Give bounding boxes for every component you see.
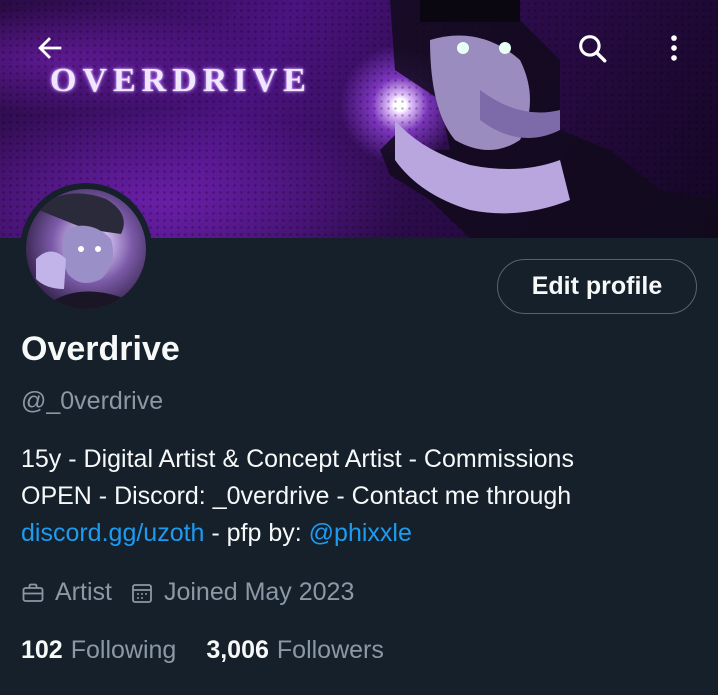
more-options-button[interactable] — [652, 26, 696, 70]
back-arrow-icon — [38, 37, 62, 59]
category-label: Artist — [55, 578, 112, 606]
joined-label: Joined May 2023 — [163, 578, 355, 606]
profile-category: Artist — [21, 578, 112, 607]
bio-mention-link[interactable]: @phixxle — [309, 519, 412, 547]
search-button[interactable] — [570, 26, 614, 70]
profile-meta: Artist Joined May 2023 — [21, 578, 372, 607]
avatar[interactable] — [20, 183, 152, 315]
profile-bio: 15y - Digital Artist & Concept Artist - … — [21, 441, 701, 552]
more-vertical-icon — [671, 35, 677, 61]
followers-label: Followers — [276, 636, 384, 664]
followers-count: 3,006 — [206, 636, 269, 664]
user-handle: @_0verdrive — [21, 387, 164, 415]
bio-text: - pfp by: — [204, 519, 309, 547]
edit-profile-button[interactable]: Edit profile — [497, 259, 697, 314]
search-icon — [579, 35, 607, 63]
banner-title: OVERDRIVE — [50, 62, 312, 99]
avatar-image — [26, 189, 146, 309]
followers-link[interactable]: 3,006 Followers — [206, 636, 384, 665]
follow-stats: 102 Following 3,006 Followers — [21, 636, 414, 665]
bio-line-2: OPEN - Discord: _0verdrive - Contact me … — [21, 482, 572, 510]
avatar-artwork — [36, 193, 136, 309]
back-button[interactable] — [28, 26, 72, 70]
following-link[interactable]: 102 Following — [21, 636, 176, 665]
calendar-icon — [132, 583, 152, 603]
following-label: Following — [70, 636, 177, 664]
profile-joined-date: Joined May 2023 — [130, 578, 354, 607]
briefcase-icon — [22, 583, 44, 602]
display-name: Overdrive — [21, 330, 180, 368]
bio-line-1: 15y - Digital Artist & Concept Artist - … — [21, 445, 574, 473]
following-count: 102 — [21, 636, 63, 664]
bio-discord-link[interactable]: discord.gg/uzoth — [21, 519, 204, 547]
